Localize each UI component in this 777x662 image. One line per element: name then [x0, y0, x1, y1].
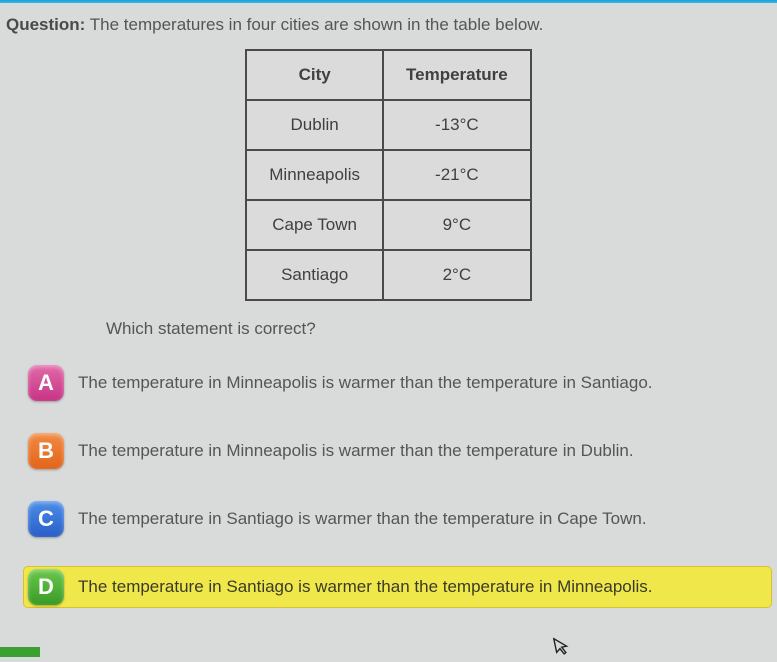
question-prompt: Question: The temperatures in four citie… [6, 13, 771, 49]
table-header-row: City Temperature [246, 50, 530, 100]
col-header-city: City [246, 50, 383, 100]
option-a[interactable]: A The temperature in Minneapolis is warm… [24, 363, 771, 403]
cell-temp: -21°C [383, 150, 531, 200]
table-row: Santiago 2°C [246, 250, 530, 300]
option-letter-badge: D [28, 569, 64, 605]
option-d[interactable]: D The temperature in Santiago is warmer … [24, 567, 771, 607]
cell-temp: -13°C [383, 100, 531, 150]
option-c[interactable]: C The temperature in Santiago is warmer … [24, 499, 771, 539]
cursor-icon [553, 635, 574, 662]
sub-question: Which statement is correct? [6, 319, 771, 339]
cell-city: Dublin [246, 100, 383, 150]
table-row: Minneapolis -21°C [246, 150, 530, 200]
option-text: The temperature in Santiago is warmer th… [78, 509, 647, 529]
cell-temp: 2°C [383, 250, 531, 300]
table-row: Cape Town 9°C [246, 200, 530, 250]
cell-city: Santiago [246, 250, 383, 300]
question-text: The temperatures in four cities are show… [90, 15, 544, 34]
question-label: Question: [6, 15, 85, 34]
progress-edge [0, 647, 40, 657]
cell-city: Cape Town [246, 200, 383, 250]
data-table-wrap: City Temperature Dublin -13°C Minneapoli… [6, 49, 771, 301]
table-row: Dublin -13°C [246, 100, 530, 150]
question-panel: Question: The temperatures in four citie… [0, 3, 777, 607]
temperature-table: City Temperature Dublin -13°C Minneapoli… [245, 49, 531, 301]
col-header-temp: Temperature [383, 50, 531, 100]
option-letter-badge: A [28, 365, 64, 401]
option-letter-badge: B [28, 433, 64, 469]
option-b[interactable]: B The temperature in Minneapolis is warm… [24, 431, 771, 471]
option-letter-badge: C [28, 501, 64, 537]
cell-temp: 9°C [383, 200, 531, 250]
option-text: The temperature in Minneapolis is warmer… [78, 373, 653, 393]
cell-city: Minneapolis [246, 150, 383, 200]
option-text: The temperature in Santiago is warmer th… [78, 577, 653, 597]
options-list: A The temperature in Minneapolis is warm… [6, 363, 771, 607]
option-text: The temperature in Minneapolis is warmer… [78, 441, 634, 461]
